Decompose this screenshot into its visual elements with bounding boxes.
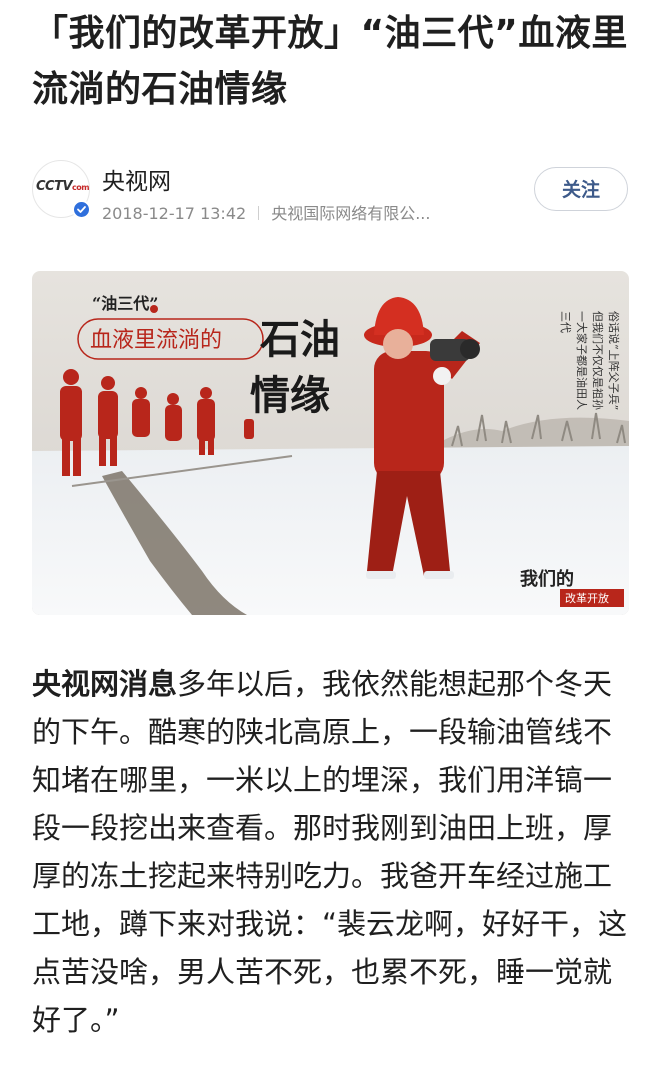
- hero-poem-line-3: 一大家子都是油田人: [575, 311, 589, 410]
- meta-divider: [258, 206, 260, 220]
- avatar-logo-suffix: com: [72, 183, 90, 192]
- hero-image[interactable]: “油三代” 血液里流淌的 石油 情缘 俗话说“上阵父子兵” 但我们不仅仅是祖孙 …: [32, 271, 629, 615]
- hero-title-line2: 情缘: [250, 372, 330, 419]
- body-lead: 央视网消息: [32, 667, 178, 701]
- verified-badge-icon: [72, 200, 91, 219]
- cctv-logo-icon: CCTVcom: [36, 179, 89, 194]
- hero-poem-line-4: 三代: [559, 311, 572, 333]
- author-name[interactable]: 央视网: [102, 162, 171, 196]
- body-text: 多年以后，我依然能想起那个冬天的下午。酷寒的陕北高原上，一段输油管线不知堵在哪里…: [32, 667, 628, 1037]
- article: 「我们的改革开放」“油三代”血液里流淌的石油情缘 CCTVcom 央视网 201…: [0, 0, 660, 1085]
- article-title: 「我们的改革开放」“油三代”血液里流淌的石油情缘: [32, 13, 628, 110]
- series-logo: 我们的: [520, 568, 574, 590]
- hero-subtitle: 血液里流淌的: [90, 328, 222, 353]
- hero-poem-line-1: 俗话说“上阵父子兵”: [607, 311, 621, 410]
- article-body: 央视网消息多年以后，我依然能想起那个冬天的下午。酷寒的陕北高原上，一段输油管线不…: [32, 660, 638, 1044]
- hero-poem-line-2: 但我们不仅仅是祖孙: [591, 311, 605, 410]
- author-row: CCTVcom 央视网 2018-12-17 13:42 央视国际网络有限公...…: [32, 160, 630, 224]
- author-organization: 央视国际网络有限公...: [271, 204, 431, 223]
- hero-badge: “油三代”: [92, 294, 158, 313]
- hero-title-line1: 石油: [260, 316, 340, 363]
- post-meta: 2018-12-17 13:42 央视国际网络有限公...: [102, 200, 532, 224]
- series-tag: 改革开放: [565, 591, 609, 605]
- follow-button[interactable]: 关注: [534, 167, 628, 211]
- badge-dot: [150, 305, 158, 313]
- publish-date: 2018-12-17 13:42: [102, 204, 247, 223]
- hero-image-illustration: “油三代” 血液里流淌的 石油 情缘 俗话说“上阵父子兵” 但我们不仅仅是祖孙 …: [32, 271, 629, 615]
- avatar-logo-text: CCTV: [36, 179, 73, 194]
